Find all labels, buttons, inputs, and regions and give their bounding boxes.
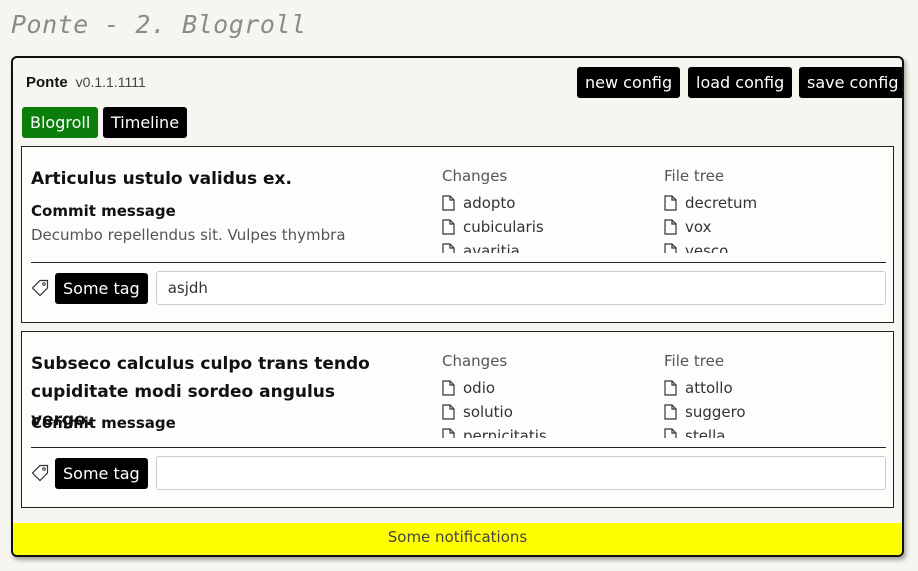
file-icon bbox=[664, 195, 677, 211]
changes-heading: Changes bbox=[442, 167, 508, 185]
tree-file[interactable]: vox bbox=[664, 215, 757, 239]
load-config-button[interactable]: load config bbox=[688, 67, 793, 98]
save-config-button[interactable]: save config bbox=[799, 67, 902, 98]
file-icon bbox=[442, 195, 455, 211]
file-icon bbox=[664, 428, 677, 438]
tag-button[interactable]: Some tag bbox=[55, 457, 148, 489]
file-name: stella bbox=[685, 427, 726, 438]
changed-file[interactable]: pernicitatis bbox=[442, 424, 547, 438]
file-icon bbox=[442, 428, 455, 438]
tag-input[interactable] bbox=[155, 271, 886, 305]
file-name: vox bbox=[685, 218, 712, 236]
file-icon bbox=[664, 404, 677, 420]
file-tree-column: File tree decretum vox vesco bbox=[664, 167, 757, 253]
post-title: Articulus ustulo validus ex. bbox=[31, 169, 292, 189]
tag-icon bbox=[31, 464, 49, 482]
file-icon bbox=[664, 243, 677, 253]
changed-file[interactable]: avaritia bbox=[442, 239, 544, 253]
tag-button[interactable]: Some tag bbox=[55, 272, 148, 304]
file-name: attollo bbox=[685, 379, 733, 397]
tag-icon bbox=[31, 279, 49, 297]
changes-column: Changes odio solutio pernicitatis bbox=[442, 352, 547, 438]
tag-input[interactable] bbox=[155, 456, 886, 490]
file-icon bbox=[442, 404, 455, 420]
file-name: adopto bbox=[463, 194, 516, 212]
post-content: Articulus ustulo validus ex. Commit mess… bbox=[22, 147, 893, 253]
file-icon bbox=[442, 243, 455, 253]
post-content: Subseco calculus culpo trans tendo cupid… bbox=[22, 332, 893, 438]
file-name: odio bbox=[463, 379, 496, 397]
commit-label: Commit message bbox=[31, 202, 176, 220]
file-name: solutio bbox=[463, 403, 513, 421]
file-icon bbox=[442, 380, 455, 396]
file-icon bbox=[664, 219, 677, 235]
tree-file[interactable]: suggero bbox=[664, 400, 746, 424]
card-divider bbox=[31, 447, 886, 448]
tab-timeline[interactable]: Timeline bbox=[103, 107, 188, 138]
tag-row: Some tag bbox=[31, 271, 886, 305]
changes-heading: Changes bbox=[442, 352, 508, 370]
file-name: decretum bbox=[685, 194, 758, 212]
file-name: cubicularis bbox=[463, 218, 544, 236]
tree-file[interactable]: attollo bbox=[664, 376, 746, 400]
changes-column: Changes adopto cubicularis avaritia bbox=[442, 167, 544, 253]
app-name: Ponte bbox=[26, 74, 68, 91]
tree-file[interactable]: stella bbox=[664, 424, 746, 438]
card-divider bbox=[31, 262, 886, 263]
tag-row: Some tag bbox=[31, 456, 886, 490]
file-name: avaritia bbox=[463, 242, 520, 253]
tab-blogroll[interactable]: Blogroll bbox=[22, 107, 99, 138]
file-tree-heading: File tree bbox=[664, 167, 725, 185]
app-window: Ponte v0.1.1.1111 new config load config… bbox=[11, 56, 904, 557]
changed-file[interactable]: cubicularis bbox=[442, 215, 544, 239]
notification-bar: Some notifications bbox=[13, 523, 902, 555]
app-version: v0.1.1.1111 bbox=[75, 74, 146, 90]
post-card: Subseco calculus culpo trans tendo cupid… bbox=[21, 331, 894, 508]
file-tree-heading: File tree bbox=[664, 352, 725, 370]
commit-label: Commit message bbox=[31, 414, 176, 432]
file-icon bbox=[442, 219, 455, 235]
file-name: vesco bbox=[685, 242, 729, 253]
changed-file[interactable]: odio bbox=[442, 376, 547, 400]
file-icon bbox=[664, 380, 677, 396]
post-card: Articulus ustulo validus ex. Commit mess… bbox=[21, 146, 894, 323]
tree-file[interactable]: vesco bbox=[664, 239, 757, 253]
file-tree-column: File tree attollo suggero stella bbox=[664, 352, 746, 438]
tree-file[interactable]: decretum bbox=[664, 191, 757, 215]
file-name: pernicitatis bbox=[463, 427, 547, 438]
changed-file[interactable]: solutio bbox=[442, 400, 547, 424]
page-title: Ponte - 2. Blogroll bbox=[11, 10, 307, 39]
commit-message: Decumbo repellendus sit. Vulpes thymbra bbox=[31, 226, 346, 244]
changed-file[interactable]: adopto bbox=[442, 191, 544, 215]
new-config-button[interactable]: new config bbox=[577, 67, 681, 98]
app-header: Ponte v0.1.1.1111 bbox=[26, 74, 146, 94]
file-name: suggero bbox=[685, 403, 746, 421]
